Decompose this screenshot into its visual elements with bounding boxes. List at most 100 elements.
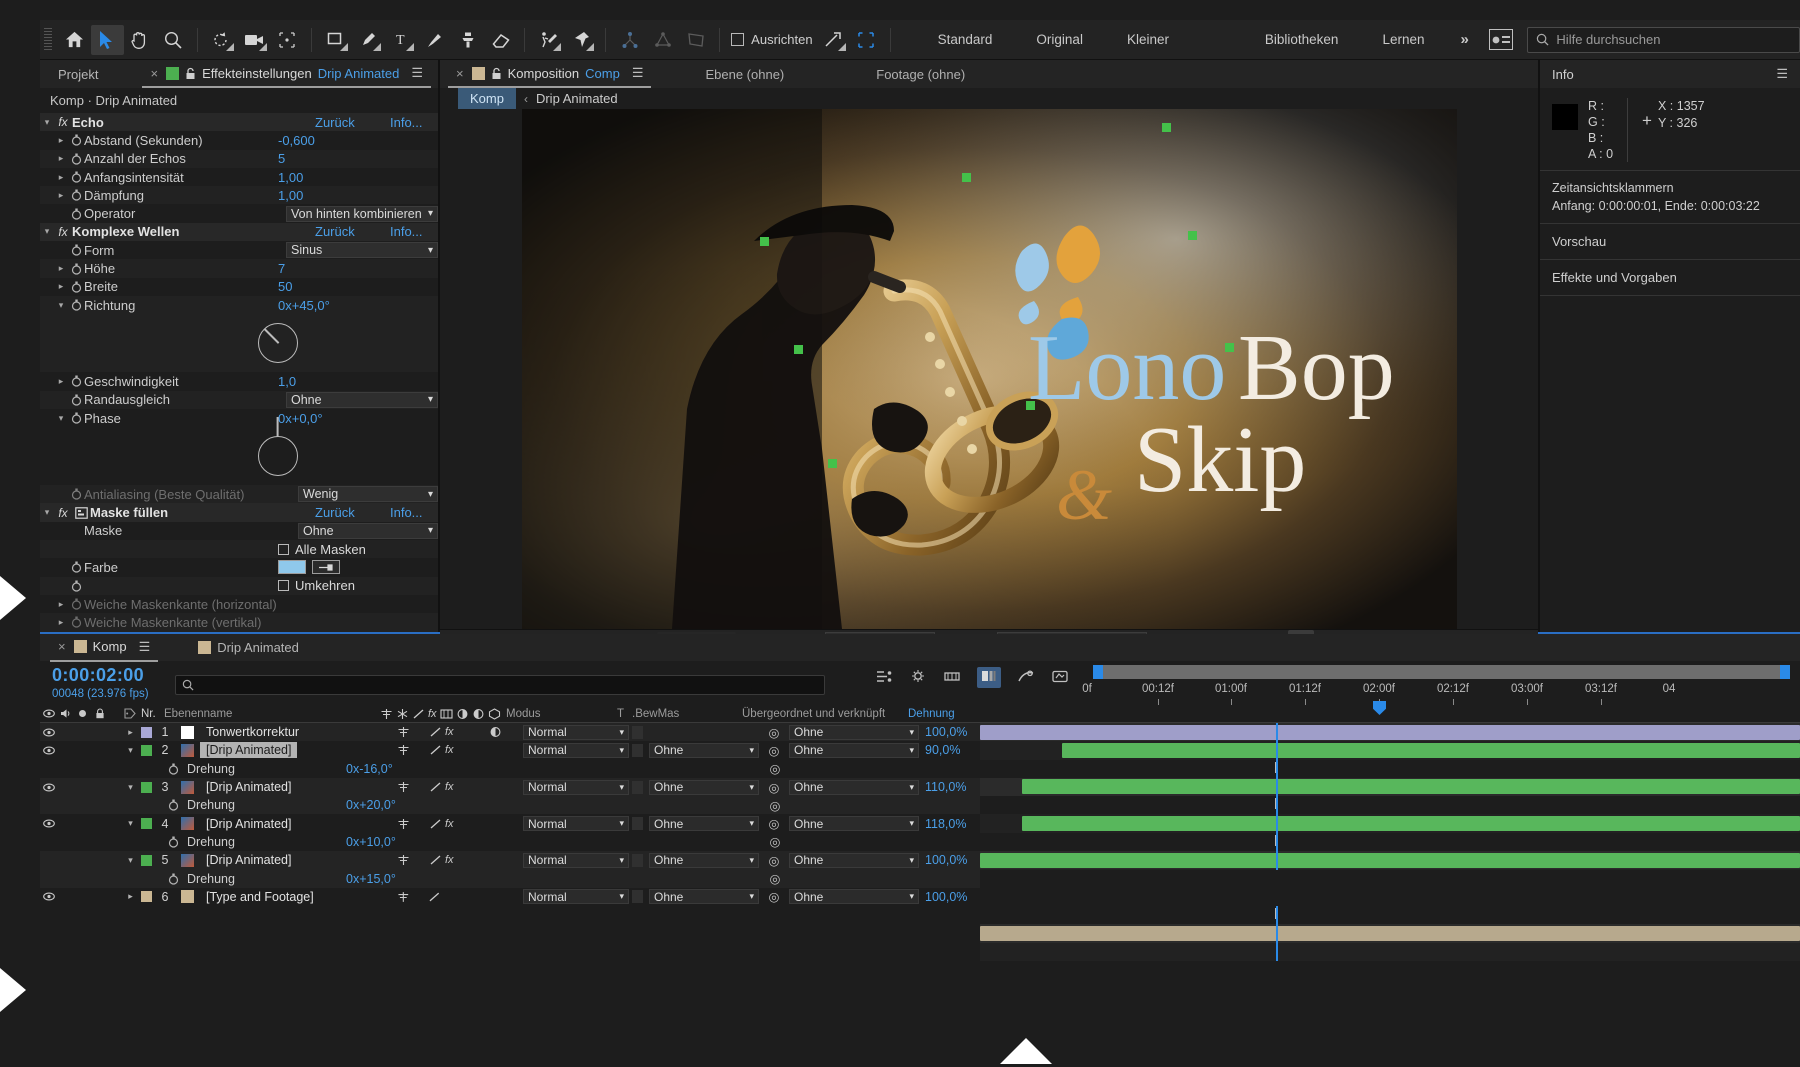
clone-stamp-tool[interactable] [451, 25, 484, 55]
layer-video-toggle[interactable] [40, 783, 57, 792]
work-area-bar[interactable] [1093, 665, 1790, 679]
property-row[interactable]: ▸ Geschwindigkeit 1,0 [40, 372, 438, 390]
stopwatch-icon[interactable] [68, 488, 84, 500]
hand-tool[interactable] [124, 25, 157, 55]
brush-tool[interactable] [418, 25, 451, 55]
layer-name[interactable]: [Drip Animated] [200, 852, 297, 868]
enable-motion-blur-icon[interactable] [977, 667, 1001, 688]
layer-parent-dropdown[interactable]: Ohne▾ [789, 780, 919, 795]
property-row[interactable]: Drehung 0x+15,0° ◎ [40, 869, 980, 887]
expand-chevron-icon[interactable]: ▾ [122, 745, 139, 756]
stopwatch-icon[interactable] [68, 375, 84, 387]
layer-t-box[interactable] [632, 817, 643, 830]
effect-reset-link[interactable]: Zurück [315, 505, 390, 520]
stopwatch-icon[interactable] [68, 263, 84, 275]
effect-header-maske-fuellen[interactable]: ▾ fx Maske füllen Zurück Info... [40, 503, 438, 521]
layer-t-box[interactable] [632, 781, 643, 794]
property-row-dropdown[interactable]: Antialiasing (Beste Qualität) Wenig ▾ [40, 485, 438, 503]
property-row[interactable]: ▸ Anzahl der Echos 5 [40, 150, 438, 168]
chevron-down-icon[interactable]: ▾ [40, 117, 54, 128]
umkehren-checkbox[interactable] [278, 580, 289, 591]
camera-tool[interactable] [238, 25, 271, 55]
angle-dial-row-richtung[interactable] [40, 314, 438, 372]
expand-chevron-icon[interactable]: ▸ [122, 891, 139, 902]
table-row[interactable]: ▸ 1 Tonwertkorrektur fx [40, 723, 980, 741]
zoom-tool[interactable] [157, 25, 190, 55]
lock-icon[interactable] [185, 67, 196, 80]
layer-stretch[interactable]: 118,0% [919, 817, 974, 831]
antialiasing-dropdown[interactable]: Wenig ▾ [298, 486, 438, 502]
layer-parent-dropdown[interactable]: Ohne▾ [789, 853, 919, 868]
workspace-original[interactable]: Original [1014, 25, 1105, 55]
tab-timeline-komp[interactable]: × Komp ☰ [50, 634, 158, 662]
chevron-right-icon[interactable]: ▸ [54, 376, 68, 387]
property-value[interactable]: 1,00 [278, 170, 438, 185]
layer-t-box[interactable] [632, 744, 643, 757]
timeline-search-input[interactable] [175, 675, 825, 695]
layer-label-color[interactable] [141, 727, 152, 738]
stopwatch-icon[interactable] [68, 580, 84, 592]
chevron-right-icon[interactable]: ▸ [54, 263, 68, 274]
chevron-down-icon[interactable]: ▾ [40, 507, 54, 518]
effect-info-link[interactable]: Info... [390, 505, 438, 520]
panel-menu-icon[interactable]: ☰ [632, 65, 644, 81]
search-input[interactable]: Hilfe durchsuchen [1527, 27, 1800, 53]
umkehren-checkbox-wrap[interactable]: Umkehren [278, 578, 438, 593]
snap-to-guides-icon[interactable] [817, 25, 850, 55]
parent-pickwhip-icon[interactable]: ◎ [759, 725, 789, 740]
tab-layer[interactable]: Ebene (ohne) [679, 67, 810, 82]
layer-video-toggle[interactable] [40, 892, 57, 901]
table-row[interactable]: ▾ 4 [Drip Animated] fx Normal▾ [40, 814, 980, 832]
eraser-tool[interactable] [484, 25, 517, 55]
effect-info-link[interactable]: Info... [390, 224, 438, 239]
eyedropper-icon[interactable] [312, 560, 340, 574]
table-row[interactable]: ▸ 6 [Type and Footage] Normal▾ [40, 888, 980, 906]
rotation-tool[interactable] [205, 25, 238, 55]
layer-label-color[interactable] [141, 745, 152, 756]
layer-stretch[interactable]: 100,0% [919, 853, 974, 867]
property-row[interactable]: ▾ Phase 0x+0,0° [40, 409, 438, 427]
property-value[interactable]: -0,600 [278, 133, 438, 148]
lock-icon[interactable] [491, 67, 502, 80]
property-row[interactable]: Drehung 0x+10,0° ◎ [40, 833, 980, 851]
layer-parent-dropdown[interactable]: Ohne▾ [789, 725, 919, 740]
toolbar-grip[interactable] [44, 28, 52, 52]
transform-box-icon[interactable] [850, 25, 883, 55]
home-icon[interactable] [58, 25, 91, 55]
panel-menu-icon[interactable]: ☰ [139, 639, 151, 655]
tab-composition[interactable]: × Komposition Comp ☰ [448, 60, 651, 88]
table-row[interactable]: ▾ 5 [Drip Animated] fx Normal▾ [40, 851, 980, 869]
stopwatch-icon[interactable] [165, 763, 181, 775]
snap-checkbox[interactable] [731, 33, 744, 46]
layer-stretch[interactable]: 90,0% [919, 743, 974, 757]
form-dropdown[interactable]: Sinus ▾ [286, 242, 438, 258]
chevron-right-icon[interactable]: ▸ [54, 190, 68, 201]
timeline-playhead[interactable] [1276, 906, 1278, 961]
parent-pickwhip-icon[interactable]: ◎ [760, 871, 790, 886]
property-row-color[interactable]: Farbe [40, 558, 438, 576]
chevron-right-icon[interactable]: ▸ [54, 153, 68, 164]
layer-t-box[interactable] [632, 890, 643, 903]
mesh-warp-icon[interactable] [679, 25, 712, 55]
layer-label-color[interactable] [141, 891, 152, 902]
layer-label-color[interactable] [141, 818, 152, 829]
workspace-learn[interactable]: Lernen [1360, 25, 1446, 55]
puppet-pin-tool[interactable] [565, 25, 598, 55]
stopwatch-icon[interactable] [68, 561, 84, 573]
graph-editor-icon[interactable] [1017, 669, 1035, 687]
layer-stretch[interactable]: 100,0% [919, 725, 974, 739]
stopwatch-icon[interactable] [68, 171, 84, 183]
property-value[interactable]: 1,0 [278, 374, 438, 389]
workspace-libraries[interactable]: Bibliotheken [1243, 25, 1361, 55]
stopwatch-icon[interactable] [165, 799, 181, 811]
layer-video-toggle[interactable] [40, 819, 57, 828]
layer-trkmat-dropdown[interactable]: Ohne▾ [649, 889, 759, 904]
table-row[interactable]: ▾ 2 [Drip Animated] fx Normal▾ [40, 741, 980, 759]
phase-dial[interactable] [258, 436, 298, 476]
effect-reset-link[interactable]: Zurück [315, 224, 390, 239]
layer-mode-dropdown[interactable]: Normal▾ [523, 889, 629, 904]
expand-chevron-icon[interactable]: ▾ [122, 855, 139, 866]
parent-pickwhip-icon[interactable]: ◎ [759, 780, 789, 795]
close-icon[interactable]: × [58, 639, 66, 654]
layer-stretch[interactable]: 110,0% [919, 780, 974, 794]
